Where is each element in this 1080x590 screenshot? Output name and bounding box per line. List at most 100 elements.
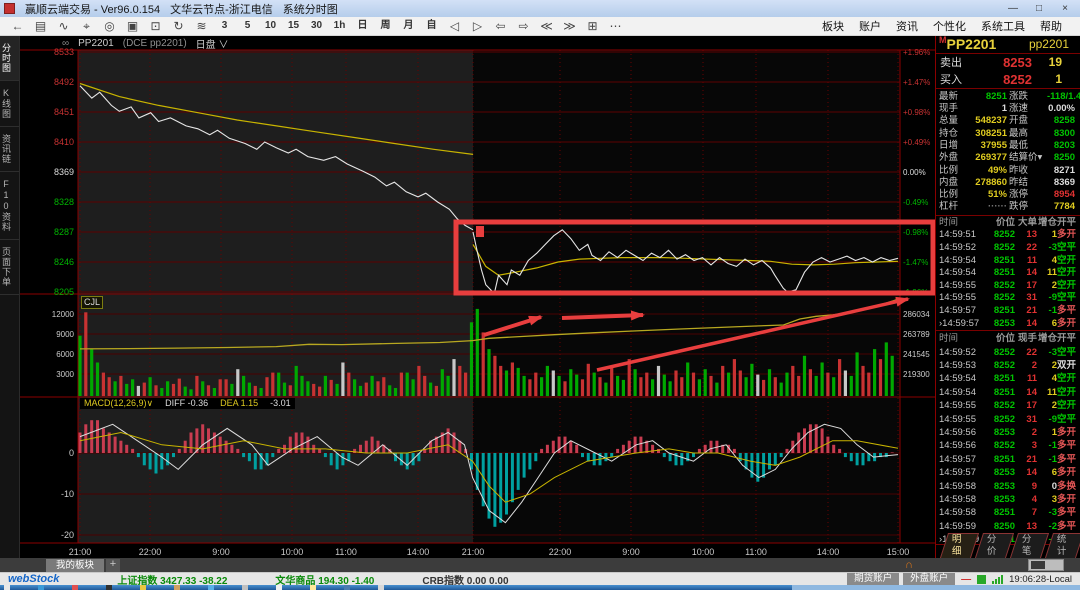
bid-ask-block: 卖出 8253 19 买入 8252 1 [936, 54, 1080, 89]
period-5-button[interactable]: 5 [236, 17, 259, 35]
table-row: 14:59:58825343多开 [939, 493, 1077, 506]
tape-tab-0[interactable]: 明细 [940, 533, 979, 558]
svg-text:8492: 8492 [54, 77, 74, 87]
page-right-icon[interactable]: ⇨ [512, 17, 535, 35]
period-month-button[interactable]: 月 [397, 17, 420, 35]
svg-text:9:00: 9:00 [212, 547, 230, 557]
close-button[interactable]: × [1054, 3, 1076, 14]
table-row: ›14:59:578253146多开 [939, 318, 1077, 331]
session-dropdown[interactable]: 日盘 ∨ [196, 36, 229, 51]
period-3-button[interactable]: 3 [213, 17, 236, 35]
taskbar-icon-8[interactable] [276, 585, 282, 590]
my-boards-tab[interactable]: 我的板块 [46, 559, 104, 572]
more-icon[interactable]: ⋯ [604, 17, 627, 35]
voice-broadcast-icon[interactable]: ∩ [905, 558, 913, 572]
period-day-button[interactable]: 日 [351, 17, 374, 35]
minimize-button[interactable]: — [1002, 3, 1024, 14]
sidebar-tab-4[interactable]: 页面下单 [0, 240, 19, 295]
save-icon[interactable]: ⊡ [144, 17, 167, 35]
prev-contract-icon[interactable]: ◁ [443, 17, 466, 35]
period-auto-button[interactable]: 自 [420, 17, 443, 35]
taskbar-icon-3[interactable] [106, 585, 112, 590]
intraday-chart-svg[interactable]: 853384928451841083698328828782468205+1.9… [20, 36, 935, 558]
app-logo-icon [4, 3, 15, 14]
taskbar-icon-6[interactable] [208, 585, 214, 590]
windows-taskbar[interactable] [0, 585, 1080, 590]
bid-volume: 1 [1032, 72, 1076, 86]
period-10-button[interactable]: 10 [259, 17, 282, 35]
svg-text:22:00: 22:00 [549, 547, 572, 557]
chart-area[interactable]: ∞ PP2201 (DCE pp2201) 日盘 ∨ 8533849284518… [20, 36, 935, 558]
menu-item-1[interactable]: 账户 [859, 18, 881, 34]
bid-row[interactable]: 买入 8252 1 [936, 71, 1080, 88]
taskbar-icon-2[interactable] [72, 585, 78, 590]
svg-text:+1.47%: +1.47% [903, 78, 930, 87]
svg-text:0.00%: 0.00% [903, 168, 926, 177]
menu-item-2[interactable]: 资讯 [896, 18, 918, 34]
signal-strength-icon [992, 574, 1003, 584]
svg-text:+0.49%: +0.49% [903, 138, 930, 147]
crosshair-icon[interactable]: ⌖ [75, 17, 98, 35]
collapse-icon[interactable]: ≪ [535, 17, 558, 35]
snapshot-icon[interactable]: ▣ [121, 17, 144, 35]
grid-icon[interactable]: ⊞ [581, 17, 604, 35]
mini-tool-window[interactable] [1028, 559, 1064, 571]
taskbar-active-window[interactable] [792, 585, 1080, 590]
macd-hist-value: -3.01 [270, 398, 291, 409]
sidebar-tab-1[interactable]: K线图 [0, 81, 19, 127]
line-chart-icon[interactable]: ∿ [52, 17, 75, 35]
table-row: 14:59:558252172空开 [939, 399, 1077, 412]
tape-tab-2[interactable]: 分笔 [1010, 533, 1049, 558]
menu-item-4[interactable]: 系统工具 [981, 18, 1025, 34]
zoom-icon[interactable]: ◎ [98, 17, 121, 35]
quote-info-row: 内盘278860昨结8369 [939, 177, 1077, 189]
main-area: 分时图K线图资讯链F10资料页面下单 ∞ PP2201 (DCE pp2201)… [0, 36, 1080, 558]
account-button-0[interactable]: 期货账户 [847, 573, 899, 585]
svg-text:219300: 219300 [903, 370, 930, 379]
taskbar-icon-1[interactable] [38, 585, 44, 590]
taskbar-icon-11[interactable] [378, 585, 384, 590]
taskbar-icon-7[interactable] [242, 585, 248, 590]
boards-row: 我的板块 + ∩ [0, 558, 1080, 572]
expand-icon[interactable]: ≫ [558, 17, 581, 35]
add-board-button[interactable]: + [106, 559, 120, 572]
menu-item-5[interactable]: 帮助 [1040, 18, 1062, 34]
maximize-button[interactable]: □ [1028, 3, 1050, 14]
quote-info-row: 现手1涨速0.00% [939, 103, 1077, 115]
taskbar-icon-10[interactable] [344, 585, 350, 590]
menu-item-0[interactable]: 板块 [822, 18, 844, 34]
period-30-button[interactable]: 30 [305, 17, 328, 35]
svg-text:241545: 241545 [903, 350, 930, 359]
macd-title[interactable]: MACD(12,26,9)∨ [84, 398, 153, 409]
sidebar-tab-2[interactable]: 资讯链 [0, 127, 19, 172]
sidebar-tab-0[interactable]: 分时图 [0, 36, 19, 81]
table-row: 14:59:52825222-3空平 [939, 346, 1077, 359]
menu-item-3[interactable]: 个性化 [933, 18, 966, 34]
taskbar-icon-0[interactable] [4, 585, 10, 590]
account-button-1[interactable]: 外盘账户 [903, 573, 955, 585]
compare-icon[interactable]: ≋ [190, 17, 213, 35]
server-node-label: 文华云节点-浙江电信 [170, 1, 273, 17]
chart-header: ∞ PP2201 (DCE pp2201) 日盘 ∨ [20, 36, 935, 50]
window-title: 赢顺云端交易 - Ver96.0.154 [25, 1, 160, 17]
taskbar-icon-9[interactable] [310, 585, 316, 590]
refresh-icon[interactable]: ↻ [167, 17, 190, 35]
back-icon[interactable]: ← [6, 17, 29, 35]
page-left-icon[interactable]: ⇦ [489, 17, 512, 35]
next-contract-icon[interactable]: ▷ [466, 17, 489, 35]
panel-icon[interactable]: ▤ [29, 17, 52, 35]
ask-row[interactable]: 卖出 8253 19 [936, 54, 1080, 71]
table-row: 14:59:56825321多开 [939, 426, 1077, 439]
taskbar-icon-4[interactable] [140, 585, 146, 590]
quote-info-grid: 最新8251涨跌-118/1.41%现手1涨速0.00%总量548237开盘82… [936, 89, 1080, 216]
contract-symbol: PP2201 [78, 38, 114, 49]
period-1h-button[interactable]: 1h [328, 17, 351, 35]
macd-dea-value: DEA 1.15 [220, 398, 258, 409]
taskbar-icon-5[interactable] [174, 585, 180, 590]
svg-text:6000: 6000 [56, 350, 74, 359]
sidebar-tab-3[interactable]: F10资料 [0, 172, 19, 240]
period-week-button[interactable]: 周 [374, 17, 397, 35]
current-page-label: 系统分时图 [283, 1, 338, 17]
period-15-button[interactable]: 15 [282, 17, 305, 35]
tape-tab-1[interactable]: 分价 [975, 533, 1014, 558]
